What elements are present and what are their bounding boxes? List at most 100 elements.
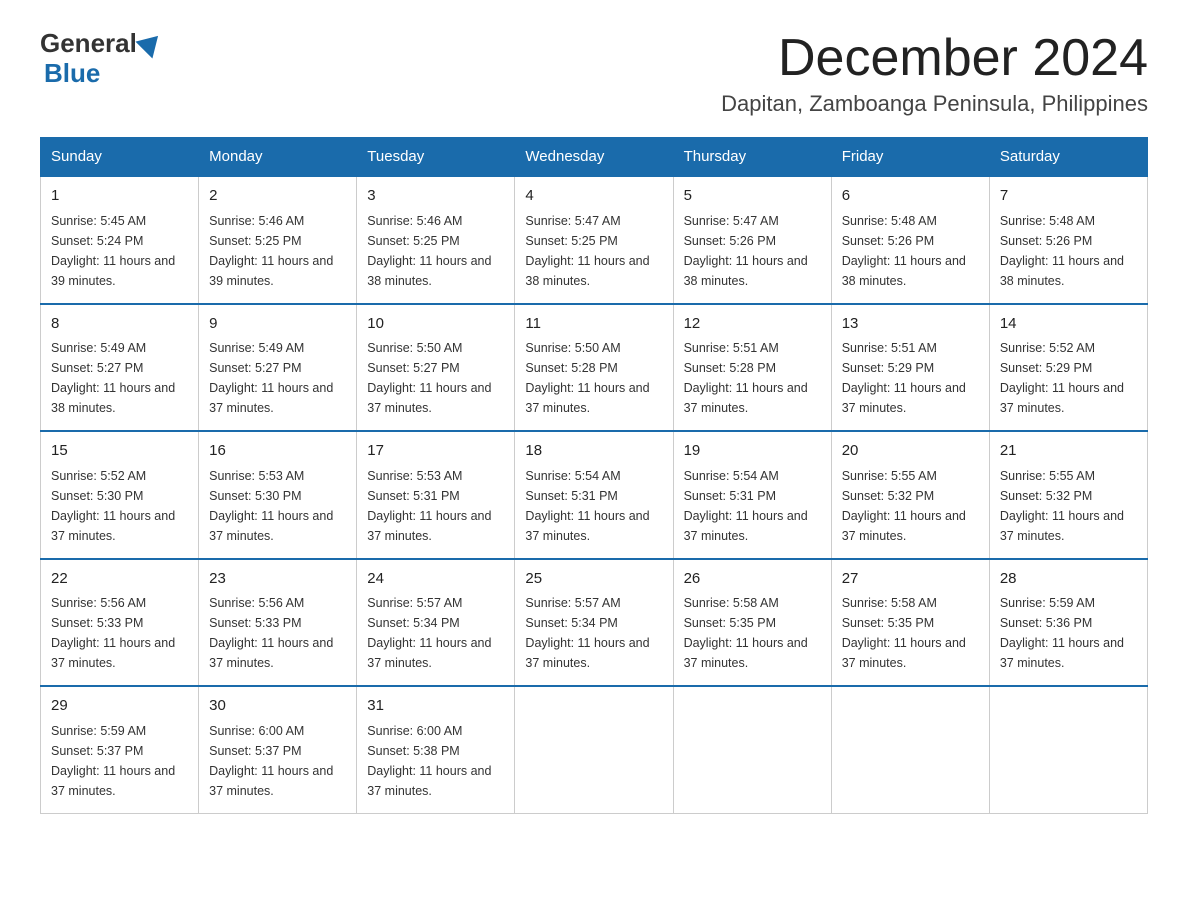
day-info: Sunrise: 5:48 AMSunset: 5:26 PMDaylight:… xyxy=(842,211,979,291)
day-info: Sunrise: 5:46 AMSunset: 5:25 PMDaylight:… xyxy=(367,211,504,291)
month-title: December 2024 xyxy=(721,30,1148,87)
page-header: General Blue December 2024 Dapitan, Zamb… xyxy=(40,30,1148,117)
day-info: Sunrise: 5:49 AMSunset: 5:27 PMDaylight:… xyxy=(209,338,346,418)
day-number: 1 xyxy=(51,185,188,208)
day-info: Sunrise: 5:53 AMSunset: 5:31 PMDaylight:… xyxy=(367,466,504,546)
calendar-day-cell: 2 Sunrise: 5:46 AMSunset: 5:25 PMDayligh… xyxy=(199,176,357,304)
calendar-day-cell: 30 Sunrise: 6:00 AMSunset: 5:37 PMDaylig… xyxy=(199,686,357,813)
day-number: 29 xyxy=(51,695,188,718)
logo: General Blue xyxy=(40,30,165,89)
calendar-empty-cell xyxy=(673,686,831,813)
calendar-table: SundayMondayTuesdayWednesdayThursdayFrid… xyxy=(40,137,1148,814)
day-number: 12 xyxy=(684,313,821,336)
logo-general-text: General xyxy=(40,30,137,56)
day-info: Sunrise: 5:55 AMSunset: 5:32 PMDaylight:… xyxy=(842,466,979,546)
day-number: 5 xyxy=(684,185,821,208)
calendar-day-cell: 16 Sunrise: 5:53 AMSunset: 5:30 PMDaylig… xyxy=(199,431,357,559)
day-number: 30 xyxy=(209,695,346,718)
day-number: 22 xyxy=(51,568,188,591)
calendar-day-cell: 7 Sunrise: 5:48 AMSunset: 5:26 PMDayligh… xyxy=(989,176,1147,304)
day-info: Sunrise: 5:50 AMSunset: 5:27 PMDaylight:… xyxy=(367,338,504,418)
day-number: 13 xyxy=(842,313,979,336)
calendar-day-cell: 11 Sunrise: 5:50 AMSunset: 5:28 PMDaylig… xyxy=(515,304,673,432)
calendar-day-cell: 10 Sunrise: 5:50 AMSunset: 5:27 PMDaylig… xyxy=(357,304,515,432)
calendar-week-row: 15 Sunrise: 5:52 AMSunset: 5:30 PMDaylig… xyxy=(41,431,1148,559)
day-number: 2 xyxy=(209,185,346,208)
day-info: Sunrise: 5:53 AMSunset: 5:30 PMDaylight:… xyxy=(209,466,346,546)
calendar-day-cell: 13 Sunrise: 5:51 AMSunset: 5:29 PMDaylig… xyxy=(831,304,989,432)
day-number: 4 xyxy=(525,185,662,208)
day-info: Sunrise: 5:56 AMSunset: 5:33 PMDaylight:… xyxy=(209,593,346,673)
calendar-empty-cell xyxy=(515,686,673,813)
day-info: Sunrise: 5:52 AMSunset: 5:30 PMDaylight:… xyxy=(51,466,188,546)
day-info: Sunrise: 5:50 AMSunset: 5:28 PMDaylight:… xyxy=(525,338,662,418)
calendar-day-cell: 25 Sunrise: 5:57 AMSunset: 5:34 PMDaylig… xyxy=(515,559,673,687)
weekday-header-friday: Friday xyxy=(831,138,989,177)
calendar-empty-cell xyxy=(831,686,989,813)
calendar-day-cell: 28 Sunrise: 5:59 AMSunset: 5:36 PMDaylig… xyxy=(989,559,1147,687)
day-info: Sunrise: 5:58 AMSunset: 5:35 PMDaylight:… xyxy=(684,593,821,673)
calendar-day-cell: 3 Sunrise: 5:46 AMSunset: 5:25 PMDayligh… xyxy=(357,176,515,304)
day-info: Sunrise: 5:52 AMSunset: 5:29 PMDaylight:… xyxy=(1000,338,1137,418)
day-info: Sunrise: 5:58 AMSunset: 5:35 PMDaylight:… xyxy=(842,593,979,673)
day-info: Sunrise: 5:56 AMSunset: 5:33 PMDaylight:… xyxy=(51,593,188,673)
day-number: 21 xyxy=(1000,440,1137,463)
day-info: Sunrise: 5:57 AMSunset: 5:34 PMDaylight:… xyxy=(367,593,504,673)
day-info: Sunrise: 5:51 AMSunset: 5:29 PMDaylight:… xyxy=(842,338,979,418)
calendar-empty-cell xyxy=(989,686,1147,813)
day-number: 6 xyxy=(842,185,979,208)
day-info: Sunrise: 5:54 AMSunset: 5:31 PMDaylight:… xyxy=(684,466,821,546)
day-info: Sunrise: 5:45 AMSunset: 5:24 PMDaylight:… xyxy=(51,211,188,291)
day-info: Sunrise: 5:46 AMSunset: 5:25 PMDaylight:… xyxy=(209,211,346,291)
weekday-header-thursday: Thursday xyxy=(673,138,831,177)
weekday-header-monday: Monday xyxy=(199,138,357,177)
weekday-header-tuesday: Tuesday xyxy=(357,138,515,177)
day-number: 18 xyxy=(525,440,662,463)
day-info: Sunrise: 5:49 AMSunset: 5:27 PMDaylight:… xyxy=(51,338,188,418)
calendar-day-cell: 19 Sunrise: 5:54 AMSunset: 5:31 PMDaylig… xyxy=(673,431,831,559)
day-number: 8 xyxy=(51,313,188,336)
weekday-header-wednesday: Wednesday xyxy=(515,138,673,177)
calendar-day-cell: 26 Sunrise: 5:58 AMSunset: 5:35 PMDaylig… xyxy=(673,559,831,687)
calendar-day-cell: 12 Sunrise: 5:51 AMSunset: 5:28 PMDaylig… xyxy=(673,304,831,432)
calendar-day-cell: 9 Sunrise: 5:49 AMSunset: 5:27 PMDayligh… xyxy=(199,304,357,432)
calendar-day-cell: 21 Sunrise: 5:55 AMSunset: 5:32 PMDaylig… xyxy=(989,431,1147,559)
calendar-day-cell: 6 Sunrise: 5:48 AMSunset: 5:26 PMDayligh… xyxy=(831,176,989,304)
calendar-day-cell: 20 Sunrise: 5:55 AMSunset: 5:32 PMDaylig… xyxy=(831,431,989,559)
day-number: 19 xyxy=(684,440,821,463)
day-number: 7 xyxy=(1000,185,1137,208)
title-area: December 2024 Dapitan, Zamboanga Peninsu… xyxy=(721,30,1148,117)
calendar-day-cell: 17 Sunrise: 5:53 AMSunset: 5:31 PMDaylig… xyxy=(357,431,515,559)
day-number: 3 xyxy=(367,185,504,208)
day-info: Sunrise: 5:47 AMSunset: 5:26 PMDaylight:… xyxy=(684,211,821,291)
calendar-week-row: 22 Sunrise: 5:56 AMSunset: 5:33 PMDaylig… xyxy=(41,559,1148,687)
day-number: 27 xyxy=(842,568,979,591)
calendar-day-cell: 24 Sunrise: 5:57 AMSunset: 5:34 PMDaylig… xyxy=(357,559,515,687)
day-info: Sunrise: 5:59 AMSunset: 5:36 PMDaylight:… xyxy=(1000,593,1137,673)
day-number: 24 xyxy=(367,568,504,591)
calendar-day-cell: 23 Sunrise: 5:56 AMSunset: 5:33 PMDaylig… xyxy=(199,559,357,687)
day-info: Sunrise: 5:51 AMSunset: 5:28 PMDaylight:… xyxy=(684,338,821,418)
day-number: 10 xyxy=(367,313,504,336)
calendar-week-row: 1 Sunrise: 5:45 AMSunset: 5:24 PMDayligh… xyxy=(41,176,1148,304)
weekday-header-sunday: Sunday xyxy=(41,138,199,177)
day-number: 9 xyxy=(209,313,346,336)
day-number: 11 xyxy=(525,313,662,336)
day-info: Sunrise: 5:59 AMSunset: 5:37 PMDaylight:… xyxy=(51,721,188,801)
day-number: 25 xyxy=(525,568,662,591)
calendar-day-cell: 29 Sunrise: 5:59 AMSunset: 5:37 PMDaylig… xyxy=(41,686,199,813)
calendar-week-row: 8 Sunrise: 5:49 AMSunset: 5:27 PMDayligh… xyxy=(41,304,1148,432)
calendar-day-cell: 14 Sunrise: 5:52 AMSunset: 5:29 PMDaylig… xyxy=(989,304,1147,432)
day-info: Sunrise: 6:00 AMSunset: 5:38 PMDaylight:… xyxy=(367,721,504,801)
day-info: Sunrise: 5:54 AMSunset: 5:31 PMDaylight:… xyxy=(525,466,662,546)
calendar-day-cell: 31 Sunrise: 6:00 AMSunset: 5:38 PMDaylig… xyxy=(357,686,515,813)
logo-triangle-icon xyxy=(135,27,166,58)
day-number: 16 xyxy=(209,440,346,463)
day-number: 17 xyxy=(367,440,504,463)
weekday-header-row: SundayMondayTuesdayWednesdayThursdayFrid… xyxy=(41,138,1148,177)
day-info: Sunrise: 5:55 AMSunset: 5:32 PMDaylight:… xyxy=(1000,466,1137,546)
calendar-day-cell: 18 Sunrise: 5:54 AMSunset: 5:31 PMDaylig… xyxy=(515,431,673,559)
calendar-day-cell: 15 Sunrise: 5:52 AMSunset: 5:30 PMDaylig… xyxy=(41,431,199,559)
day-number: 26 xyxy=(684,568,821,591)
day-number: 31 xyxy=(367,695,504,718)
